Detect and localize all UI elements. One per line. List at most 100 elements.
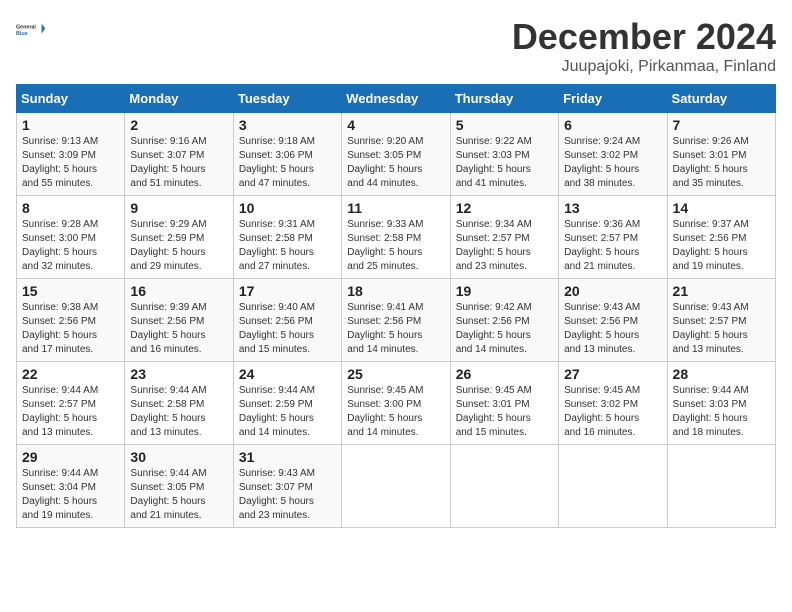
- table-row: 12 Sunrise: 9:34 AMSunset: 2:57 PMDaylig…: [450, 196, 558, 279]
- day-info: Sunrise: 9:29 AMSunset: 2:59 PMDaylight:…: [130, 218, 227, 274]
- table-row: 26 Sunrise: 9:45 AMSunset: 3:01 PMDaylig…: [450, 362, 558, 445]
- day-info: Sunrise: 9:33 AMSunset: 2:58 PMDaylight:…: [347, 218, 444, 274]
- table-row: [667, 445, 775, 528]
- table-row: [450, 445, 558, 528]
- day-number: 27: [564, 366, 661, 382]
- col-thursday: Thursday: [450, 85, 558, 113]
- table-row: 4 Sunrise: 9:20 AMSunset: 3:05 PMDayligh…: [342, 113, 450, 196]
- day-number: 7: [673, 117, 770, 133]
- day-info: Sunrise: 9:42 AMSunset: 2:56 PMDaylight:…: [456, 301, 553, 357]
- table-row: 22 Sunrise: 9:44 AMSunset: 2:57 PMDaylig…: [17, 362, 125, 445]
- day-number: 14: [673, 200, 770, 216]
- day-info: Sunrise: 9:36 AMSunset: 2:57 PMDaylight:…: [564, 218, 661, 274]
- day-number: 4: [347, 117, 444, 133]
- day-info: Sunrise: 9:28 AMSunset: 3:00 PMDaylight:…: [22, 218, 119, 274]
- calendar-week-row: 8 Sunrise: 9:28 AMSunset: 3:00 PMDayligh…: [17, 196, 776, 279]
- day-number: 9: [130, 200, 227, 216]
- calendar-week-row: 29 Sunrise: 9:44 AMSunset: 3:04 PMDaylig…: [17, 445, 776, 528]
- day-number: 23: [130, 366, 227, 382]
- day-info: Sunrise: 9:39 AMSunset: 2:56 PMDaylight:…: [130, 301, 227, 357]
- day-info: Sunrise: 9:44 AMSunset: 2:58 PMDaylight:…: [130, 384, 227, 440]
- table-row: 6 Sunrise: 9:24 AMSunset: 3:02 PMDayligh…: [559, 113, 667, 196]
- day-number: 10: [239, 200, 336, 216]
- table-row: 18 Sunrise: 9:41 AMSunset: 2:56 PMDaylig…: [342, 279, 450, 362]
- table-row: 13 Sunrise: 9:36 AMSunset: 2:57 PMDaylig…: [559, 196, 667, 279]
- svg-text:General: General: [16, 25, 36, 31]
- day-number: 31: [239, 449, 336, 465]
- day-number: 24: [239, 366, 336, 382]
- logo-icon: GeneralBlue: [16, 16, 48, 44]
- col-monday: Monday: [125, 85, 233, 113]
- col-saturday: Saturday: [667, 85, 775, 113]
- day-number: 26: [456, 366, 553, 382]
- table-row: 20 Sunrise: 9:43 AMSunset: 2:56 PMDaylig…: [559, 279, 667, 362]
- table-row: 29 Sunrise: 9:44 AMSunset: 3:04 PMDaylig…: [17, 445, 125, 528]
- day-info: Sunrise: 9:18 AMSunset: 3:06 PMDaylight:…: [239, 135, 336, 191]
- day-info: Sunrise: 9:44 AMSunset: 3:04 PMDaylight:…: [22, 467, 119, 523]
- header: GeneralBlue December 2024 Juupajoki, Pir…: [16, 16, 776, 76]
- day-number: 19: [456, 283, 553, 299]
- table-row: 10 Sunrise: 9:31 AMSunset: 2:58 PMDaylig…: [233, 196, 341, 279]
- day-info: Sunrise: 9:40 AMSunset: 2:56 PMDaylight:…: [239, 301, 336, 357]
- day-number: 28: [673, 366, 770, 382]
- calendar-week-row: 15 Sunrise: 9:38 AMSunset: 2:56 PMDaylig…: [17, 279, 776, 362]
- table-row: [342, 445, 450, 528]
- table-row: 14 Sunrise: 9:37 AMSunset: 2:56 PMDaylig…: [667, 196, 775, 279]
- day-number: 22: [22, 366, 119, 382]
- day-info: Sunrise: 9:44 AMSunset: 2:59 PMDaylight:…: [239, 384, 336, 440]
- table-row: 31 Sunrise: 9:43 AMSunset: 3:07 PMDaylig…: [233, 445, 341, 528]
- day-info: Sunrise: 9:44 AMSunset: 3:05 PMDaylight:…: [130, 467, 227, 523]
- table-row: 9 Sunrise: 9:29 AMSunset: 2:59 PMDayligh…: [125, 196, 233, 279]
- day-info: Sunrise: 9:45 AMSunset: 3:00 PMDaylight:…: [347, 384, 444, 440]
- table-row: 3 Sunrise: 9:18 AMSunset: 3:06 PMDayligh…: [233, 113, 341, 196]
- day-number: 5: [456, 117, 553, 133]
- day-info: Sunrise: 9:44 AMSunset: 2:57 PMDaylight:…: [22, 384, 119, 440]
- calendar-table: Sunday Monday Tuesday Wednesday Thursday…: [16, 84, 776, 528]
- calendar-week-row: 22 Sunrise: 9:44 AMSunset: 2:57 PMDaylig…: [17, 362, 776, 445]
- table-row: 23 Sunrise: 9:44 AMSunset: 2:58 PMDaylig…: [125, 362, 233, 445]
- day-info: Sunrise: 9:31 AMSunset: 2:58 PMDaylight:…: [239, 218, 336, 274]
- table-row: 28 Sunrise: 9:44 AMSunset: 3:03 PMDaylig…: [667, 362, 775, 445]
- logo: GeneralBlue: [16, 16, 48, 44]
- table-row: 19 Sunrise: 9:42 AMSunset: 2:56 PMDaylig…: [450, 279, 558, 362]
- table-row: 2 Sunrise: 9:16 AMSunset: 3:07 PMDayligh…: [125, 113, 233, 196]
- table-row: 16 Sunrise: 9:39 AMSunset: 2:56 PMDaylig…: [125, 279, 233, 362]
- day-number: 13: [564, 200, 661, 216]
- table-row: 11 Sunrise: 9:33 AMSunset: 2:58 PMDaylig…: [342, 196, 450, 279]
- day-number: 29: [22, 449, 119, 465]
- col-sunday: Sunday: [17, 85, 125, 113]
- day-number: 11: [347, 200, 444, 216]
- day-number: 12: [456, 200, 553, 216]
- day-number: 16: [130, 283, 227, 299]
- day-number: 3: [239, 117, 336, 133]
- table-row: 8 Sunrise: 9:28 AMSunset: 3:00 PMDayligh…: [17, 196, 125, 279]
- day-number: 15: [22, 283, 119, 299]
- day-info: Sunrise: 9:44 AMSunset: 3:03 PMDaylight:…: [673, 384, 770, 440]
- day-info: Sunrise: 9:45 AMSunset: 3:02 PMDaylight:…: [564, 384, 661, 440]
- title-area: December 2024 Juupajoki, Pirkanmaa, Finl…: [512, 16, 776, 76]
- table-row: 30 Sunrise: 9:44 AMSunset: 3:05 PMDaylig…: [125, 445, 233, 528]
- day-info: Sunrise: 9:16 AMSunset: 3:07 PMDaylight:…: [130, 135, 227, 191]
- calendar-week-row: 1 Sunrise: 9:13 AMSunset: 3:09 PMDayligh…: [17, 113, 776, 196]
- table-row: [559, 445, 667, 528]
- day-info: Sunrise: 9:24 AMSunset: 3:02 PMDaylight:…: [564, 135, 661, 191]
- day-info: Sunrise: 9:26 AMSunset: 3:01 PMDaylight:…: [673, 135, 770, 191]
- day-info: Sunrise: 9:20 AMSunset: 3:05 PMDaylight:…: [347, 135, 444, 191]
- day-number: 2: [130, 117, 227, 133]
- col-wednesday: Wednesday: [342, 85, 450, 113]
- day-info: Sunrise: 9:34 AMSunset: 2:57 PMDaylight:…: [456, 218, 553, 274]
- table-row: 15 Sunrise: 9:38 AMSunset: 2:56 PMDaylig…: [17, 279, 125, 362]
- day-info: Sunrise: 9:41 AMSunset: 2:56 PMDaylight:…: [347, 301, 444, 357]
- day-number: 8: [22, 200, 119, 216]
- calendar-header-row: Sunday Monday Tuesday Wednesday Thursday…: [17, 85, 776, 113]
- day-number: 30: [130, 449, 227, 465]
- location-subtitle: Juupajoki, Pirkanmaa, Finland: [512, 58, 776, 76]
- svg-text:Blue: Blue: [16, 31, 28, 37]
- day-number: 1: [22, 117, 119, 133]
- table-row: 27 Sunrise: 9:45 AMSunset: 3:02 PMDaylig…: [559, 362, 667, 445]
- page-title: December 2024: [512, 16, 776, 58]
- col-tuesday: Tuesday: [233, 85, 341, 113]
- table-row: 21 Sunrise: 9:43 AMSunset: 2:57 PMDaylig…: [667, 279, 775, 362]
- day-number: 25: [347, 366, 444, 382]
- table-row: 7 Sunrise: 9:26 AMSunset: 3:01 PMDayligh…: [667, 113, 775, 196]
